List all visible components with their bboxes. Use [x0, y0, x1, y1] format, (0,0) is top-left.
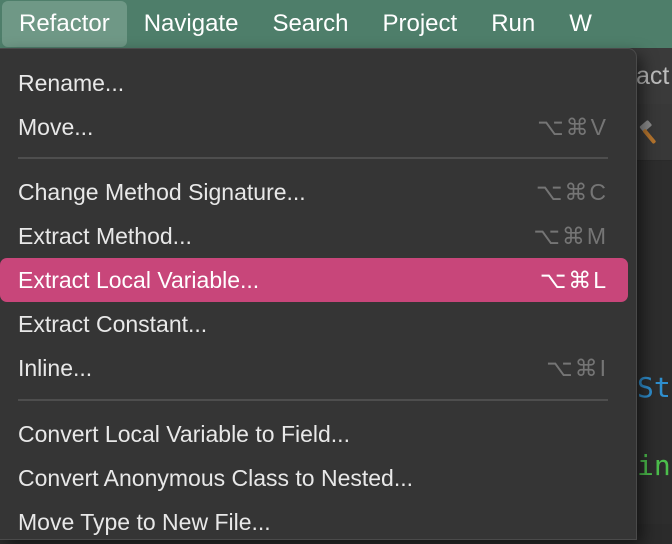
menu-item-move-type-to-new-file[interactable]: Move Type to New File... [0, 500, 636, 544]
menu-item-move[interactable]: Move... ⌥⌘V [0, 105, 636, 149]
menu-item-extract-method[interactable]: Extract Method... ⌥⌘M [0, 214, 636, 258]
menu-item-label: Inline... [18, 355, 93, 381]
menu-item-label: Rename... [18, 70, 125, 96]
menubar-run[interactable]: Run [474, 0, 552, 48]
menu-item-convert-local-variable-to-field[interactable]: Convert Local Variable to Field... [0, 412, 636, 456]
menu-item-shortcut: ⌥⌘L [539, 267, 608, 293]
menu-item-label: Extract Local Variable... [18, 267, 260, 293]
menu-item-label: Move Type to New File... [18, 509, 271, 535]
menubar-project[interactable]: Project [365, 0, 474, 48]
menubar-window[interactable]: W [552, 0, 609, 48]
menu-item-label: Move... [18, 114, 94, 140]
hammer-icon[interactable] [637, 120, 663, 146]
menu-item-shortcut: ⌥⌘M [533, 223, 608, 249]
menu-item-shortcut: ⌥⌘I [546, 355, 608, 381]
menu-item-label: Convert Anonymous Class to Nested... [18, 465, 414, 491]
menu-item-inline[interactable]: Inline... ⌥⌘I [0, 346, 636, 390]
editor-title-fragment: act [636, 62, 670, 90]
menubar-search[interactable]: Search [255, 0, 365, 48]
menubar-navigate[interactable]: Navigate [127, 0, 256, 48]
menu-item-shortcut: ⌥⌘V [537, 114, 608, 140]
menu-item-convert-anonymous-class-to-nested[interactable]: Convert Anonymous Class to Nested... [0, 456, 636, 500]
menu-item-shortcut: ⌥⌘C [535, 179, 608, 205]
menu-item-label: Extract Constant... [18, 311, 208, 337]
menu-separator [18, 399, 608, 401]
menu-item-label: Change Method Signature... [18, 179, 306, 205]
menu-item-change-method-signature[interactable]: Change Method Signature... ⌥⌘C [0, 170, 636, 214]
menu-item-extract-local-variable[interactable]: Extract Local Variable... ⌥⌘L [0, 258, 636, 302]
menu-item-extract-constant[interactable]: Extract Constant... [0, 302, 636, 346]
menu-separator [18, 157, 608, 159]
menu-item-label: Convert Local Variable to Field... [18, 421, 350, 447]
menubar-refactor[interactable]: Refactor [2, 1, 127, 47]
menu-item-label: Extract Method... [18, 223, 192, 249]
code-token-st: St [637, 371, 671, 404]
code-token-in: in [637, 449, 671, 482]
menu-bar: Refactor Navigate Search Project Run W [0, 0, 672, 48]
menu-item-rename[interactable]: Rename... [0, 61, 636, 105]
refactor-menu: Rename... Move... ⌥⌘V Change Method Sign… [0, 49, 636, 539]
